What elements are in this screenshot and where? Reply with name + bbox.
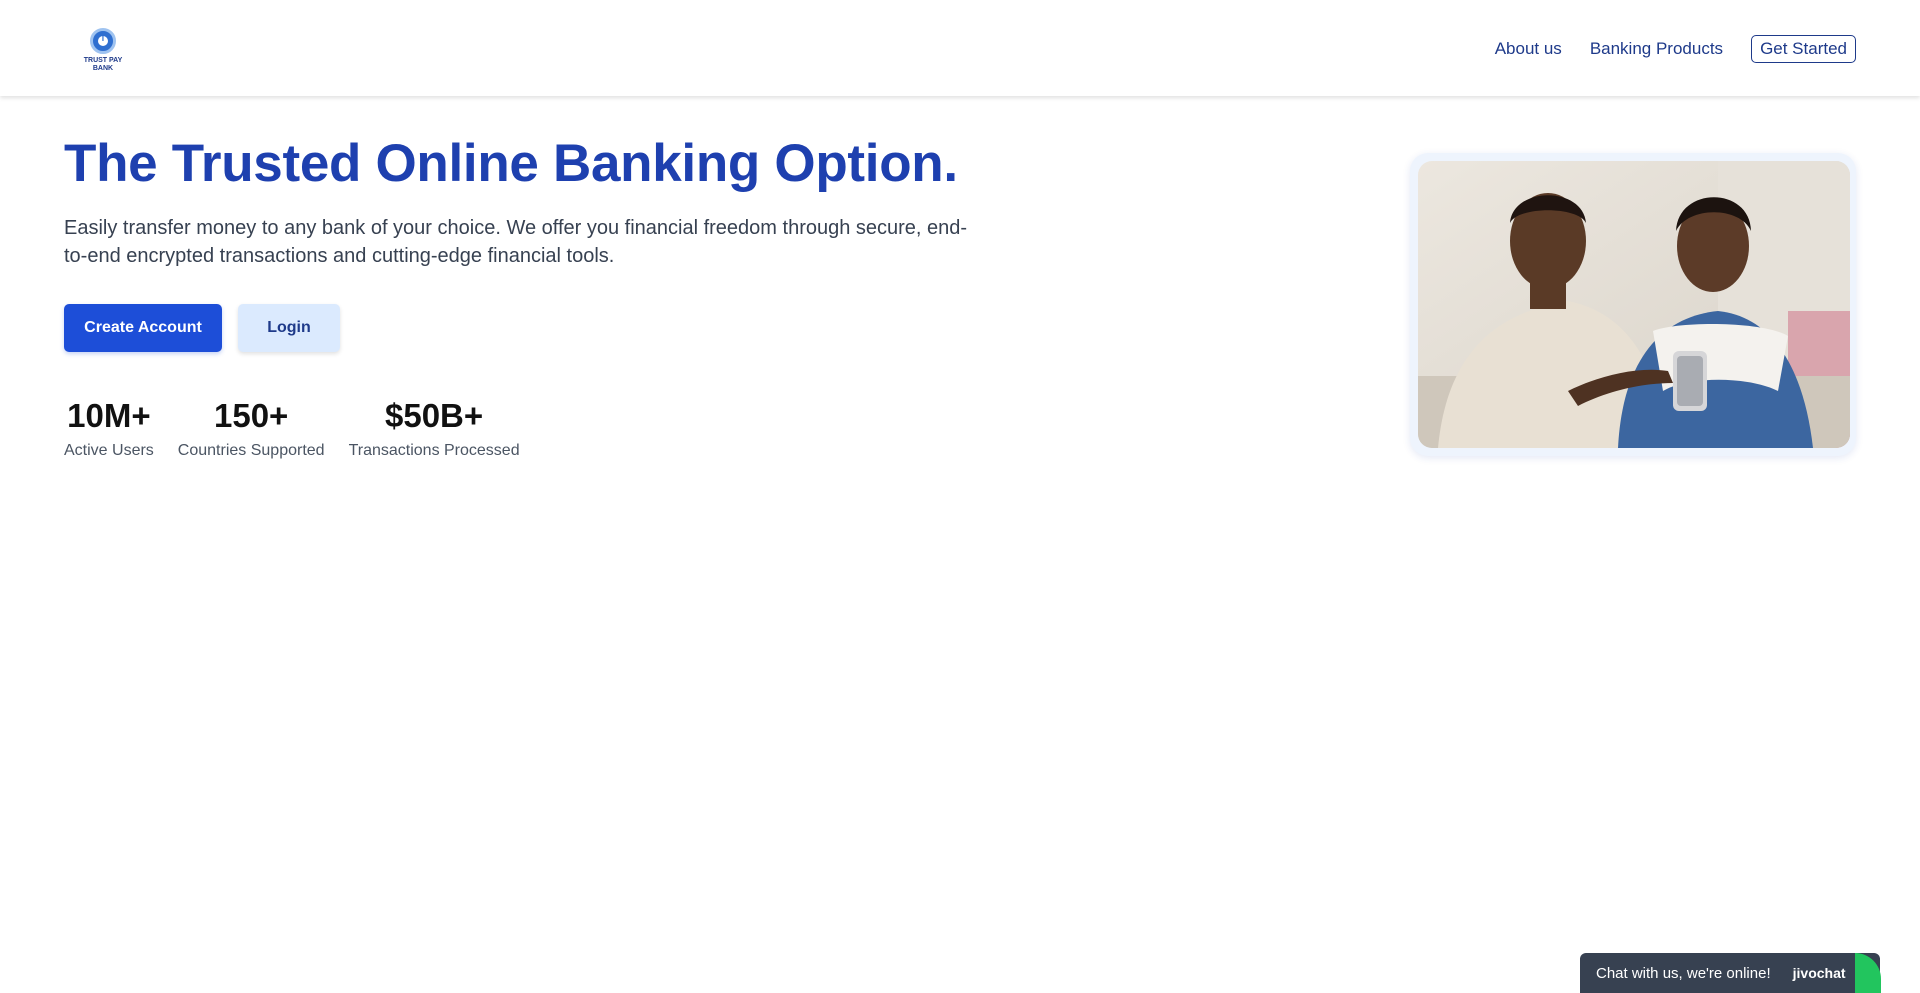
chat-widget[interactable]: Chat with us, we're online! jivochat <box>1580 953 1881 993</box>
brand-name: TRUST PAY BANK <box>83 57 123 72</box>
stat-label: Countries Supported <box>177 442 325 459</box>
stat-label: Active Users <box>64 442 154 459</box>
hero-image <box>1418 161 1850 448</box>
stat-value: 10M+ <box>67 397 151 434</box>
hero-title: The Trusted Online Banking Option. <box>64 134 958 193</box>
stat-value: 150+ <box>214 397 289 434</box>
stat-countries: 150+ Countries Supported <box>178 396 325 460</box>
chat-bubble-icon <box>1855 953 1881 993</box>
shield-logo-icon: T <box>90 28 116 54</box>
stat-label: Transactions Processed <box>348 442 520 459</box>
login-button[interactable]: Login <box>238 304 340 352</box>
stat-transactions: $50B+ Transactions Processed <box>349 396 520 460</box>
stat-value: $50B+ <box>385 397 484 434</box>
main-nav: About us Banking Products Get Started <box>1467 35 1856 63</box>
hero-subtitle: Easily transfer money to any bank of you… <box>64 217 968 267</box>
chat-brand: jivochat <box>1792 965 1846 981</box>
nav-banking-products-link[interactable]: Banking Products <box>1590 39 1723 59</box>
create-account-button[interactable]: Create Account <box>64 304 222 352</box>
hero-image-frame <box>1410 153 1856 456</box>
get-started-button[interactable]: Get Started <box>1751 35 1856 63</box>
stats-row: 10M+ Active Users 150+ Countries Support… <box>64 396 544 460</box>
stat-active-users: 10M+ Active Users <box>64 396 154 460</box>
brand-logo[interactable]: T TRUST PAY BANK <box>80 28 126 74</box>
site-header: T TRUST PAY BANK About us Banking Produc… <box>0 0 1920 96</box>
nav-about-link[interactable]: About us <box>1495 39 1562 59</box>
chat-text: Chat with us, we're online! <box>1596 964 1771 982</box>
